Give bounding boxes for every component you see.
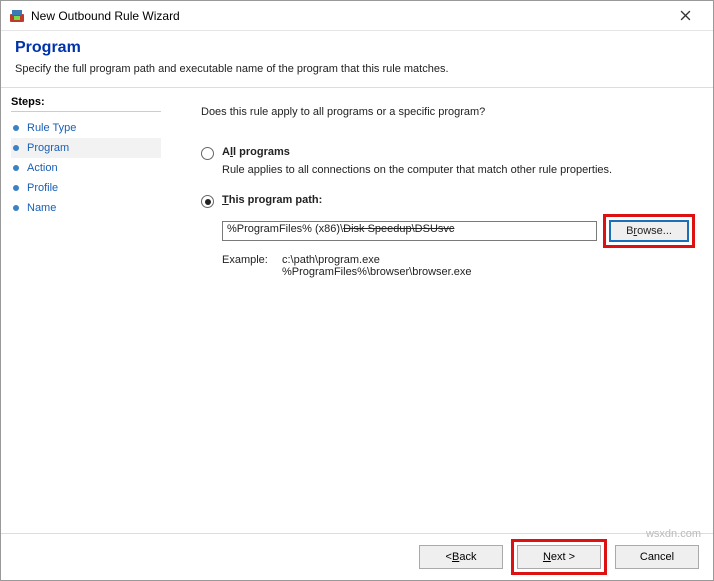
step-label: Rule Type bbox=[27, 122, 76, 134]
main-panel: Does this rule apply to all programs or … bbox=[171, 88, 713, 533]
close-button[interactable] bbox=[665, 2, 705, 30]
cancel-button[interactable]: Cancel bbox=[615, 545, 699, 569]
browse-button[interactable]: Browse... bbox=[609, 220, 689, 242]
bullet-icon bbox=[13, 145, 19, 151]
wizard-body: Steps: Rule Type Program Action Profile … bbox=[1, 88, 713, 534]
titlebar: New Outbound Rule Wizard bbox=[1, 1, 713, 31]
bullet-icon bbox=[13, 185, 19, 191]
step-name[interactable]: Name bbox=[11, 198, 161, 218]
window-title: New Outbound Rule Wizard bbox=[31, 9, 180, 23]
wizard-window: New Outbound Rule Wizard Program Specify… bbox=[0, 0, 714, 581]
step-label: Action bbox=[27, 162, 58, 174]
radio-program-path[interactable] bbox=[201, 195, 214, 208]
question-text: Does this rule apply to all programs or … bbox=[201, 106, 695, 118]
step-profile[interactable]: Profile bbox=[11, 178, 161, 198]
back-button[interactable]: < Back bbox=[419, 545, 503, 569]
wizard-footer: < Back Next > Cancel bbox=[1, 534, 713, 580]
example-label: Example: bbox=[222, 254, 282, 278]
steps-heading: Steps: bbox=[11, 96, 161, 112]
browse-highlight: Browse... bbox=[603, 214, 695, 248]
bullet-icon bbox=[13, 205, 19, 211]
page-title: Program bbox=[15, 39, 699, 57]
radio-all-programs[interactable] bbox=[201, 147, 214, 160]
example-paths: c:\path\program.exe %ProgramFiles%\brows… bbox=[282, 254, 472, 278]
steps-sidebar: Steps: Rule Type Program Action Profile … bbox=[1, 88, 171, 533]
step-program[interactable]: Program bbox=[11, 138, 161, 158]
app-icon bbox=[9, 8, 25, 24]
option-all-desc: Rule applies to all connections on the c… bbox=[222, 164, 695, 176]
example-row: Example: c:\path\program.exe %ProgramFil… bbox=[222, 254, 695, 278]
close-icon bbox=[680, 10, 691, 21]
step-action[interactable]: Action bbox=[11, 158, 161, 178]
bullet-icon bbox=[13, 165, 19, 171]
option-all-programs[interactable]: All programs bbox=[201, 146, 695, 160]
watermark: wsxdn.com bbox=[646, 528, 701, 540]
program-path-input[interactable]: %ProgramFiles% (x86)\Disk Speedup\DSUsvc bbox=[222, 221, 597, 241]
step-label: Program bbox=[27, 142, 69, 154]
option-program-path[interactable]: This program path: bbox=[201, 194, 695, 208]
program-path-row: %ProgramFiles% (x86)\Disk Speedup\DSUsvc… bbox=[222, 214, 695, 248]
option-path-label: This program path: bbox=[222, 194, 322, 206]
step-rule-type[interactable]: Rule Type bbox=[11, 118, 161, 138]
page-subtitle: Specify the full program path and execut… bbox=[15, 63, 699, 75]
wizard-header: Program Specify the full program path an… bbox=[1, 31, 713, 88]
bullet-icon bbox=[13, 125, 19, 131]
next-highlight: Next > bbox=[511, 539, 607, 575]
step-label: Name bbox=[27, 202, 56, 214]
option-all-label: All programs bbox=[222, 146, 290, 158]
next-button[interactable]: Next > bbox=[517, 545, 601, 569]
step-label: Profile bbox=[27, 182, 58, 194]
